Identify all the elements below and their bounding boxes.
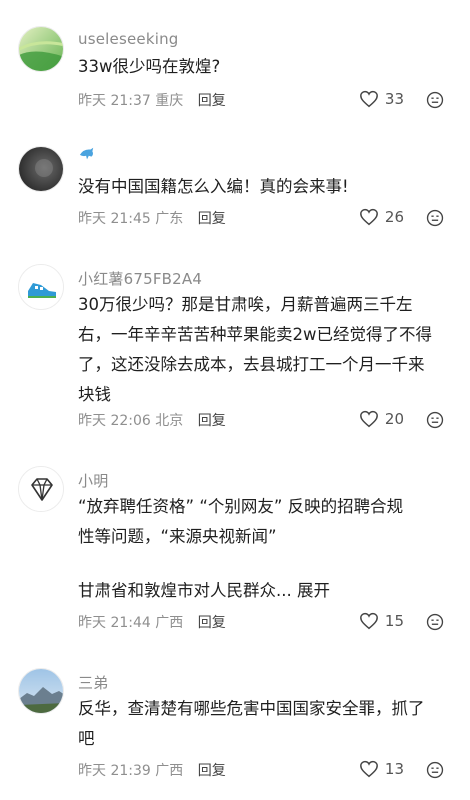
username[interactable]: useleseeking xyxy=(78,30,179,48)
reply-button[interactable]: 回复 xyxy=(198,211,226,227)
like-count: 26 xyxy=(384,208,404,226)
comment-location: 广东 xyxy=(155,211,184,227)
emoji-reaction-icon[interactable] xyxy=(426,91,444,109)
like-button[interactable]: 20 xyxy=(359,410,404,428)
reply-button[interactable]: 回复 xyxy=(198,763,226,779)
avatar[interactable] xyxy=(18,146,64,192)
comment-meta: 昨天 21:39 广西 回复 xyxy=(78,760,226,780)
comment-meta: 昨天 21:44 广西 回复 xyxy=(78,612,226,632)
comment-text-line: 30万很少吗？那是甘肃唉，月薪普遍两三千左 xyxy=(78,295,413,314)
like-button[interactable]: 13 xyxy=(359,760,404,778)
comment-time: 昨天 22:06 xyxy=(78,413,151,429)
comment-text-truncated: 甘肃省和敦煌市对人民群众... xyxy=(78,581,292,600)
comment-text-line: 了，这还没除去成本，去县城打工一个月一千来 xyxy=(78,355,425,374)
comment-text-line: “放弃聘任资格” “个别网友” 反映的招聘合规 xyxy=(78,497,404,516)
like-count: 33 xyxy=(384,90,404,108)
username[interactable]: 小红薯675FB2A4 xyxy=(78,268,202,289)
heart-icon xyxy=(359,612,378,630)
heart-icon xyxy=(359,760,378,778)
expand-button[interactable]: 展开 xyxy=(297,581,330,600)
emoji-reaction-icon[interactable] xyxy=(426,411,444,429)
comment-text-line: 右，一年辛辛苦苦种苹果能卖2w已经觉得了不得 xyxy=(78,325,432,344)
comment-text-line: 反华，查清楚有哪些危害中国国家安全罪，抓了 xyxy=(78,699,425,718)
reply-button[interactable]: 回复 xyxy=(198,413,226,429)
comment-text-line: 块钱 xyxy=(78,385,111,404)
like-button[interactable]: 15 xyxy=(359,612,404,630)
reply-button[interactable]: 回复 xyxy=(198,615,226,631)
comment-time: 昨天 21:45 xyxy=(78,211,151,227)
avatar[interactable] xyxy=(18,26,64,72)
like-count: 13 xyxy=(384,760,404,778)
avatar[interactable] xyxy=(18,466,64,512)
comment-time: 昨天 21:44 xyxy=(78,615,151,631)
comment-text: “放弃聘任资格” “个别网友” 反映的招聘合规 性等问题，“来源央视新闻” xyxy=(78,492,450,552)
emoji-reaction-icon[interactable] xyxy=(426,613,444,631)
like-button[interactable]: 33 xyxy=(359,90,404,108)
username[interactable]: 小明 xyxy=(78,470,108,491)
comment-location: 北京 xyxy=(155,413,184,429)
emoji-reaction-icon[interactable] xyxy=(426,209,444,227)
like-button[interactable]: 26 xyxy=(359,208,404,226)
comment-time: 昨天 21:39 xyxy=(78,763,151,779)
comment-time: 昨天 21:37 xyxy=(78,93,151,109)
comment-text: 没有中国国籍怎么入编！真的会来事! xyxy=(78,177,349,196)
comment-location: 广西 xyxy=(155,615,184,631)
dolphin-icon xyxy=(78,146,96,166)
comment-text: 33w很少吗在敦煌? xyxy=(78,57,221,76)
comment-meta: 昨天 22:06 北京 回复 xyxy=(78,410,226,430)
like-count: 20 xyxy=(384,410,404,428)
comment-location: 广西 xyxy=(155,763,184,779)
comment-text: 反华，查清楚有哪些危害中国国家安全罪，抓了 吧 xyxy=(78,694,450,754)
heart-icon xyxy=(359,410,378,428)
comment-meta: 昨天 21:37 重庆 回复 xyxy=(78,90,226,110)
reply-button[interactable]: 回复 xyxy=(198,93,226,109)
avatar[interactable] xyxy=(18,264,64,310)
comment-location: 重庆 xyxy=(155,93,184,109)
heart-icon xyxy=(359,208,378,226)
comment-text: 30万很少吗？那是甘肃唉，月薪普遍两三千左 右，一年辛辛苦苦种苹果能卖2w已经觉… xyxy=(78,290,450,410)
heart-icon xyxy=(359,90,378,108)
like-count: 15 xyxy=(384,612,404,630)
comment-text-line: 吧 xyxy=(78,729,95,748)
username[interactable]: 三弟 xyxy=(78,672,108,693)
avatar[interactable] xyxy=(18,668,64,714)
comment-text-line: 性等问题，“来源央视新闻” xyxy=(78,527,277,546)
comment-text-tail: 甘肃省和敦煌市对人民群众... 展开 xyxy=(78,576,450,606)
emoji-reaction-icon[interactable] xyxy=(426,761,444,779)
comment-meta: 昨天 21:45 广东 回复 xyxy=(78,208,226,228)
